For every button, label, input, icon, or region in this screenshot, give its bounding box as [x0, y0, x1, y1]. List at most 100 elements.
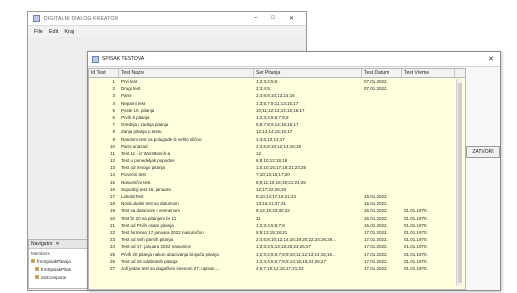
tests-dialog: SPISAK TESTOVA ✕ Id Test Test Naziv Set …	[87, 51, 501, 291]
table-cell	[362, 136, 402, 143]
menu-edit[interactable]: Edit	[49, 29, 58, 35]
table-cell: Test 11 - iz WorrBench-a	[121, 150, 171, 156]
table-cell: 5;9;13;15;18;21	[256, 229, 288, 235]
table-cell	[362, 186, 402, 193]
table-cell: 5;6;7;8;9;14;15;16;17	[256, 122, 299, 128]
table-row[interactable]: 23 Test od svih parnih pitanja 2;4;6;8;10;…	[89, 236, 465, 243]
table-cell	[402, 186, 455, 193]
table-cell	[362, 143, 402, 150]
menu-file[interactable]: File	[34, 29, 43, 35]
table-cell	[402, 193, 455, 200]
table-cell: 5	[112, 107, 115, 113]
table-row[interactable]: 14 Ponoćni test 7;10;13;15;17;20	[89, 171, 465, 178]
table-row[interactable]: 24 Test od 17. januara 2022 nasumice 1;2;3…	[89, 243, 465, 250]
scrollbar-thumb[interactable]	[458, 83, 462, 283]
table-cell: 23	[109, 237, 115, 243]
table-cell: 16.01.2022.	[364, 201, 388, 207]
table-cell: 8;10;14;17;19;21;24	[256, 194, 297, 199]
table-row[interactable]: 17 LokalniTest 8;10;14;17;19;21;24 16.01.20…	[89, 193, 465, 200]
table-cell: Prvih 6 pitanja	[121, 114, 150, 120]
table-cell: Prvih 20 pitanja nakon ubacivanja brojač…	[121, 251, 219, 257]
navigator-tab-label: Navigator	[31, 241, 53, 247]
main-titlebar: DIGITALNI DIALOG KREATOR – □ ✕	[28, 12, 306, 26]
table-cell: 19	[109, 208, 115, 214]
table-cell: 17.01.2022.	[364, 244, 388, 250]
table-cell	[402, 114, 455, 121]
table-cell: 1;2;3;4;5;13;18;20;23;26;27	[256, 244, 312, 250]
table-row[interactable]: 26 Test od 16 odabranih pitanja 1;2;3;4;5;…	[89, 258, 465, 265]
table-row[interactable]: 22 Test formiran 17 januara 2022 nasumičn…	[89, 229, 465, 236]
table-cell: 10	[109, 143, 115, 149]
column-header[interactable]: Id Test	[89, 69, 119, 77]
table-cell	[402, 200, 455, 207]
table-row[interactable]: 5 Posle 10. pitanja 10;11;12;13;14;15;16;1…	[89, 107, 465, 114]
table-cell	[402, 85, 455, 92]
table-cell	[362, 107, 402, 114]
table-cell: 17	[109, 194, 115, 199]
table-row[interactable]: 16 Supodnji test 16. januara 12;17;22;25;2…	[89, 186, 465, 193]
column-header[interactable]: Set Pitanja	[254, 69, 362, 77]
table-scrollbar[interactable]	[456, 79, 462, 286]
table-row[interactable]: 15 Nasumični test 8;9;11;15;18;19;21;24;25	[89, 179, 465, 186]
table-row[interactable]: 10 Parni unazad 2;4;6;8;10;12;14;16;18	[89, 143, 465, 150]
column-header[interactable]: Test Naziv	[119, 69, 254, 77]
table-cell: Test sa datumom i vremenom	[121, 208, 181, 214]
navigator-tab[interactable]: Navigator ✕	[29, 240, 87, 249]
table-cell: NoviLokalni test sa datumom	[121, 201, 179, 207]
table-cell: Test od mnogo pitanja	[121, 165, 166, 171]
table-row[interactable]: 21 Test od Prvih osam pitanja 1;2;3;4;5;6;…	[89, 222, 465, 229]
table-row[interactable]: 3 Parni 2;4;6;8;10;12;14;16	[89, 92, 465, 99]
column-header[interactable]: Test Vreme	[402, 69, 455, 77]
table-row[interactable]: 18 NoviLokalni test sa datumom 13;16;21;27…	[89, 200, 465, 207]
table-cell: 12;17;22;25;29	[256, 186, 287, 192]
table-row[interactable]: 25 Prvih 20 pitanja nakon ubacivanja broj…	[89, 251, 465, 258]
table-cell: LokalniTest	[121, 194, 144, 199]
table-cell: 1;3;5;7;9;11;13;15;17	[256, 100, 299, 106]
menu-kraj[interactable]: Kraj	[64, 29, 74, 35]
table-row[interactable]: 7 Grednja i zadnja pitanja 5;6;7;8;9;14;15…	[89, 121, 465, 128]
minimize-icon[interactable]: –	[254, 15, 257, 22]
table-cell	[402, 100, 455, 107]
table-cell: 1;4;6;10;13;17	[256, 136, 285, 142]
table-cell: 17.01.2022.	[364, 265, 388, 271]
dialog-app-icon	[92, 55, 99, 63]
table-row[interactable]: 19 Test sa datumom i vremenom 8;12;15;23;3…	[89, 207, 465, 214]
navigator-close-icon[interactable]: ✕	[55, 241, 59, 247]
tree-item[interactable]: initCompone	[29, 273, 87, 281]
table-cell	[362, 121, 402, 128]
table-row[interactable]: 8 Zanja pitanja u testu 12;13;14;15;16;17	[89, 128, 465, 135]
table-cell	[402, 92, 455, 99]
table-cell: 1;2;3;4;5;6;7;8	[256, 222, 285, 228]
table-cell: 3	[112, 93, 115, 99]
close-button[interactable]: ZATVORI	[466, 146, 500, 158]
table-row[interactable]: 6 Prvih 6 pitanja 1;2;3;4;5;6;7;8;9	[89, 114, 465, 121]
table-header: Id Test Test Naziv Set Pitanja Test Datu…	[89, 69, 465, 78]
app-icon	[33, 15, 40, 22]
table-cell: 16.01.2022.	[364, 222, 388, 228]
table-cell	[362, 114, 402, 121]
table-cell: 1	[112, 79, 115, 84]
table-row[interactable]: 20 Test br 20 sa pitanjem br 11 11 16.01.20…	[89, 215, 465, 222]
column-header[interactable]: Test Datum	[362, 69, 402, 77]
dialog-close-icon[interactable]: ✕	[488, 55, 494, 63]
table-cell: Parni	[121, 93, 132, 99]
table-row[interactable]: 2 Drugi test 2;3;4;5; 07.01.2022.	[89, 85, 465, 92]
table-cell	[402, 179, 455, 186]
close-icon[interactable]: ✕	[289, 15, 294, 22]
table-row[interactable]: 1 Prvi test 1;2;3;4;5;6 07.01.2022.	[89, 78, 465, 85]
table-row[interactable]: 12 Test u ponedeljak popodne 6;8;10;12;15;…	[89, 157, 465, 164]
table-row[interactable]: 9 Random test za polugođe ili nešto sličn…	[89, 136, 465, 143]
maximize-icon[interactable]: □	[271, 15, 275, 22]
table-cell	[362, 171, 402, 178]
table-cell: 07.01.2022.	[364, 86, 388, 92]
table-cell: 01.01.1970.	[404, 265, 428, 271]
table-row[interactable]: 4 Neparni test 1;3;5;7;9;11;13;15;17	[89, 100, 465, 107]
tree-item[interactable]: frmSpisakPitanja	[29, 257, 87, 265]
table-row[interactable]: 11 Test 11 - iz WorrBench-a 12	[89, 150, 465, 157]
dialog-title: SPISAK TESTOVA	[102, 56, 145, 62]
table-row[interactable]: 13 Test od mnogo pitanja 1;5;10;15;17;19;2…	[89, 164, 465, 171]
table-cell: 10;11;12;13;14;15;16;17	[256, 107, 305, 113]
table-row[interactable]: 27 Još jedan test sa dugačkim imenom 27. …	[89, 265, 465, 272]
table-cell: Parni unazad	[121, 143, 148, 149]
tree-item[interactable]: frmSpisakPitan	[29, 265, 87, 273]
